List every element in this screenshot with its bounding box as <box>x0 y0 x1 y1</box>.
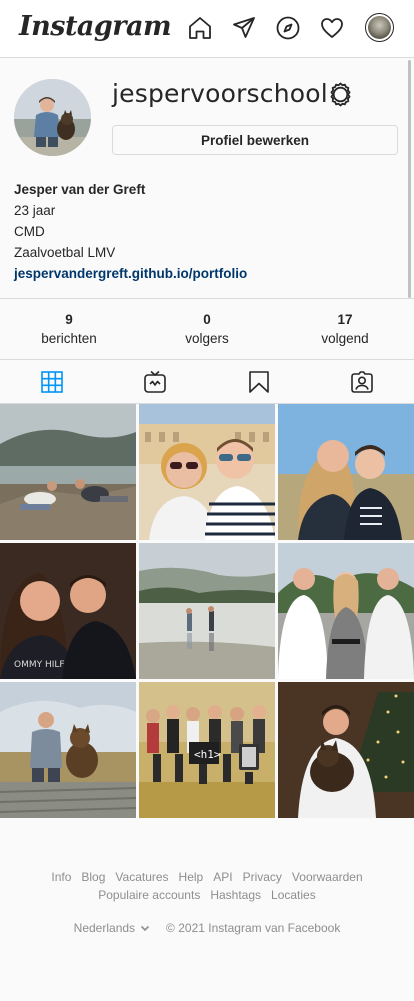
stat-followers-label: volgers <box>185 331 229 346</box>
tab-posts[interactable] <box>0 360 104 403</box>
footer-link[interactable]: Vacatures <box>115 870 168 884</box>
language-selector[interactable]: Nederlands <box>74 921 150 935</box>
stat-followers[interactable]: 0 volgers <box>138 299 276 359</box>
post-thumbnail[interactable] <box>278 543 414 679</box>
post-thumbnail[interactable]: OMMY HILFIGER <box>0 543 136 679</box>
profile-username: jespervoorschool <box>112 79 328 108</box>
post-thumbnail[interactable] <box>139 543 275 679</box>
footer-link[interactable]: Help <box>179 870 204 884</box>
footer-link[interactable]: Populaire accounts <box>98 888 200 902</box>
post-thumbnail[interactable] <box>278 682 414 818</box>
stat-following-label: volgend <box>321 331 369 346</box>
profile-header: jespervoorschool Profiel bewerken Jesper… <box>0 59 414 299</box>
footer-links: Info Blog Vacatures Help API Privacy Voo… <box>0 870 414 902</box>
language-label: Nederlands <box>73 921 136 935</box>
profile-avatar[interactable] <box>365 13 394 42</box>
scrollbar[interactable] <box>408 60 411 298</box>
copyright-text: © 2021 Instagram van Facebook <box>166 921 341 935</box>
tab-saved[interactable] <box>207 360 311 403</box>
tagged-icon <box>351 370 374 393</box>
bio-full-name: Jesper van der Greft <box>14 182 146 197</box>
profile-avatar-image <box>368 16 391 39</box>
profile-bio: Jesper van der Greft 23 jaar CMD Zaalvoe… <box>14 179 394 284</box>
posts-grid-icon <box>40 370 63 393</box>
profile-stats: 9 berichten 0 volgers 17 volgend <box>0 298 414 360</box>
post-thumbnail[interactable] <box>139 404 275 540</box>
bio-line: Zaalvoetbal LMV <box>14 245 116 260</box>
footer-link[interactable]: Voorwaarden <box>292 870 363 884</box>
stat-following[interactable]: 17 volgend <box>276 299 414 359</box>
footer-link[interactable]: Hashtags <box>210 888 261 902</box>
stat-followers-count: 0 <box>203 312 211 327</box>
footer-link[interactable]: Privacy <box>243 870 282 884</box>
chevron-down-icon <box>140 925 150 932</box>
stat-following-count: 17 <box>337 312 353 327</box>
settings-gear-icon[interactable] <box>327 81 354 108</box>
svg-text:<h1>: <h1> <box>194 748 221 761</box>
top-navigation-bar: Instagram <box>0 0 414 58</box>
bio-line: 23 jaar <box>14 203 56 218</box>
footer-link[interactable]: Info <box>51 870 71 884</box>
tab-tagged[interactable] <box>311 360 414 403</box>
profile-tabs <box>0 360 414 404</box>
activity-heart-icon[interactable] <box>319 15 345 41</box>
profile-picture[interactable] <box>14 79 91 156</box>
posts-grid: OMMY HILFIGER <h1> <box>0 404 414 818</box>
post-thumbnail[interactable] <box>0 682 136 818</box>
edit-profile-button[interactable]: Profiel bewerken <box>112 125 398 155</box>
post-thumbnail[interactable] <box>278 404 414 540</box>
footer-link[interactable]: Locaties <box>271 888 316 902</box>
stat-posts: 9 berichten <box>0 299 138 359</box>
direct-message-icon[interactable] <box>231 15 257 41</box>
saved-bookmark-icon <box>248 370 269 393</box>
instagram-logo[interactable]: Instagram <box>19 11 172 42</box>
footer-link[interactable]: API <box>213 870 232 884</box>
home-icon[interactable] <box>187 15 213 41</box>
footer-link[interactable]: Blog <box>81 870 105 884</box>
footer: Info Blog Vacatures Help API Privacy Voo… <box>0 870 414 935</box>
stat-posts-label: berichten <box>41 331 97 346</box>
bio-website-link[interactable]: jespervandergreft.github.io/portfolio <box>14 263 394 284</box>
tab-igtv[interactable] <box>104 360 208 403</box>
explore-compass-icon[interactable] <box>275 15 301 41</box>
igtv-icon <box>144 370 167 393</box>
footer-bottom: Nederlands © 2021 Instagram van Facebook <box>0 921 414 935</box>
stat-posts-count: 9 <box>65 312 73 327</box>
post-thumbnail[interactable]: <h1> <box>139 682 275 818</box>
post-thumbnail[interactable] <box>0 404 136 540</box>
bio-line: CMD <box>14 224 45 239</box>
